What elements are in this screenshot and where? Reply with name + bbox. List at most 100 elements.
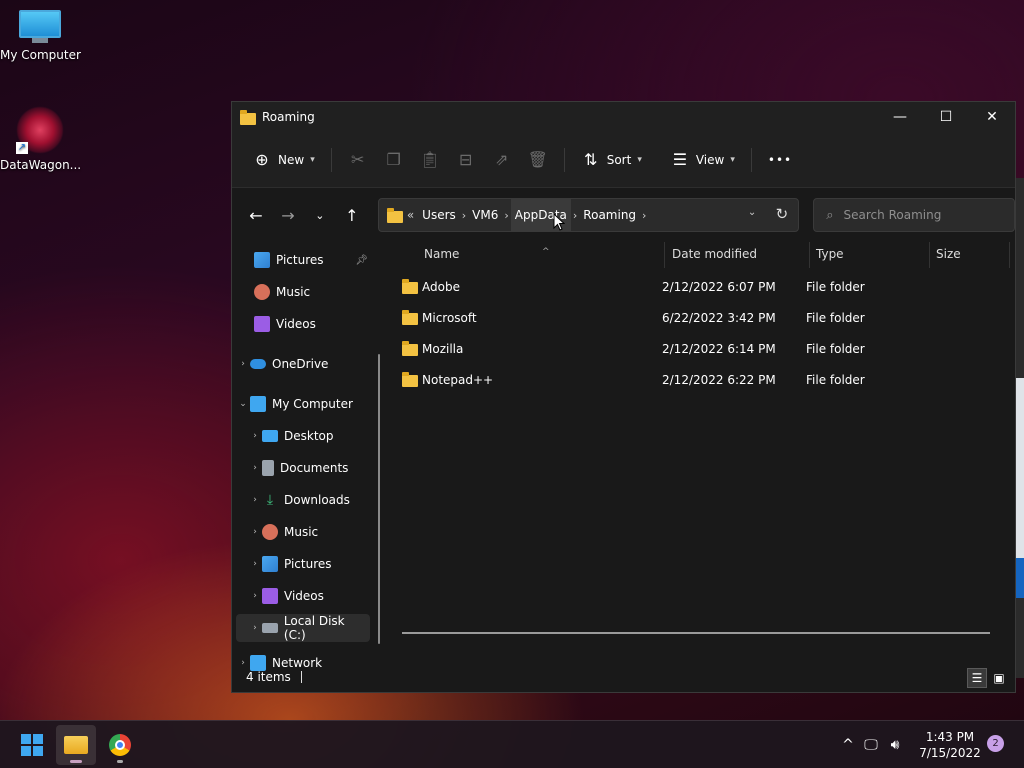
cut-button[interactable]: ✂ (340, 144, 376, 176)
chevron-right-icon[interactable]: › (571, 209, 579, 222)
nav-item-pictures-quick[interactable]: Pictures 📌︎ (254, 246, 374, 274)
cloud-icon (250, 359, 266, 369)
close-button[interactable]: ✕ (969, 102, 1015, 132)
nav-item-my-computer[interactable]: ⌄ My Computer (236, 390, 370, 418)
nav-item-documents[interactable]: › Documents (248, 454, 382, 482)
chevron-right-icon[interactable]: › (502, 209, 510, 222)
address-bar[interactable]: « Users › VM6 › AppData › Roaming › ⌄ ↻ (377, 198, 800, 232)
nav-item-music-quick[interactable]: Music (254, 278, 388, 306)
sort-button[interactable]: ⇅ Sort ▾ (573, 144, 650, 176)
folder-icon (402, 341, 418, 356)
more-options-button[interactable]: ••• (760, 144, 800, 176)
plus-circle-icon: ⊕ (255, 150, 269, 169)
file-date: 2/12/2022 6:07 PM (662, 280, 776, 294)
sort-caret-icon: ^ (542, 247, 550, 257)
nav-label: Documents (280, 461, 349, 475)
address-dropdown-icon[interactable]: ⌄ (748, 207, 756, 218)
shortcut-arrow-icon: ↗ (16, 142, 28, 154)
window-title: Roaming (262, 110, 315, 124)
view-button[interactable]: ☰ View ▾ (662, 144, 743, 176)
paste-button[interactable]: 📋︎ (412, 144, 448, 176)
chevron-right-icon[interactable]: › (248, 495, 262, 505)
delete-button[interactable]: 🗑︎ (520, 144, 556, 176)
file-row[interactable]: Notepad++ 2/12/2022 6:22 PM File folder (394, 365, 994, 395)
chevron-right-icon[interactable]: › (640, 209, 648, 222)
taskbar-chrome[interactable] (100, 725, 140, 765)
nav-item-videos-quick[interactable]: Videos (254, 310, 388, 338)
horizontal-scrollbar[interactable] (402, 632, 990, 634)
tiles-view-button[interactable]: ▣ (989, 668, 1009, 688)
nav-label: Music (284, 525, 319, 539)
desktop-icon (262, 430, 278, 442)
item-count: 4 items (246, 670, 291, 684)
chevron-up-icon[interactable]: ^ (838, 737, 858, 753)
search-box[interactable]: ⌕ (813, 198, 1015, 232)
pin-icon[interactable]: 📌︎ (355, 255, 368, 266)
rename-button[interactable]: ⊟ (448, 144, 484, 176)
nav-item-downloads[interactable]: › ⤓ Downloads (248, 486, 382, 514)
back-button[interactable]: ← (240, 199, 272, 231)
share-icon: ⇗ (495, 150, 509, 169)
pictures-icon (262, 556, 278, 572)
title-bar[interactable]: Roaming — ☐ ✕ (232, 102, 1015, 132)
chevron-right-icon[interactable]: › (236, 359, 250, 369)
rename-icon: ⊟ (459, 150, 473, 169)
nav-item-local-disk[interactable]: › Local Disk (C:) (236, 614, 370, 642)
start-button[interactable] (12, 725, 52, 765)
details-view-button[interactable]: ☰ (967, 668, 987, 688)
notification-badge[interactable]: 2 (987, 735, 1004, 752)
column-type[interactable]: Type (816, 247, 844, 261)
new-button[interactable]: ⊕ New ▾ (244, 144, 323, 176)
copy-button[interactable]: ❐ (376, 144, 412, 176)
view-label: View (695, 152, 725, 167)
file-row[interactable]: Microsoft 6/22/2022 3:42 PM File folder (394, 303, 994, 333)
network-icon[interactable]: 🖵︎ (858, 737, 884, 753)
desktop-icon-datawagon[interactable]: ↗ DataWagon... (0, 106, 81, 172)
background-window[interactable] (1015, 178, 1024, 678)
desktop-icon-my-computer[interactable]: My Computer (0, 10, 81, 62)
chevron-right-icon[interactable]: › (248, 559, 262, 569)
forward-button[interactable]: → (272, 199, 304, 231)
breadcrumb-users[interactable]: Users (418, 208, 460, 222)
nav-item-music[interactable]: › Music (248, 518, 382, 546)
chevron-right-icon[interactable]: › (248, 431, 262, 441)
chevron-right-icon[interactable]: › (248, 527, 262, 537)
address-row: ← → ⌄ ↑ « Users › VM6 › AppData › Roamin… (232, 188, 1015, 242)
nav-item-videos[interactable]: › Videos (248, 582, 382, 610)
up-button[interactable]: ↑ (336, 199, 368, 231)
breadcrumb-vm6[interactable]: VM6 (468, 208, 502, 222)
minimize-button[interactable]: — (877, 102, 923, 132)
breadcrumb-roaming[interactable]: Roaming (579, 208, 640, 222)
chevron-right-icon[interactable]: › (460, 209, 468, 222)
breadcrumb-overflow[interactable]: « (403, 208, 418, 222)
column-name[interactable]: Name (424, 247, 459, 261)
column-date-modified[interactable]: Date modified (672, 247, 757, 261)
windows-logo-icon (21, 734, 43, 756)
search-input[interactable] (843, 208, 994, 222)
nav-item-pictures[interactable]: › Pictures (248, 550, 382, 578)
chevron-right-icon[interactable]: › (248, 463, 262, 473)
chevron-right-icon[interactable]: › (248, 623, 262, 633)
refresh-icon[interactable]: ↻ (776, 205, 789, 223)
music-icon (254, 284, 270, 300)
column-header-row: ^ Name Date modified Type Size (394, 242, 1010, 268)
taskbar-file-explorer[interactable] (56, 725, 96, 765)
nav-label: OneDrive (272, 357, 329, 371)
nav-item-desktop[interactable]: › Desktop (248, 422, 382, 450)
share-button[interactable]: ⇗ (484, 144, 520, 176)
folder-icon (402, 279, 418, 294)
chevron-down-icon[interactable]: ⌄ (236, 399, 250, 409)
recent-locations-button[interactable]: ⌄ (304, 199, 336, 231)
new-label: New (278, 152, 305, 167)
file-row[interactable]: Mozilla 2/12/2022 6:14 PM File folder (394, 334, 994, 364)
chevron-right-icon[interactable]: › (248, 591, 262, 601)
column-size[interactable]: Size (936, 247, 961, 261)
nav-item-onedrive[interactable]: › OneDrive (236, 350, 370, 378)
clock[interactable]: 1:43 PM 7/15/2022 (914, 729, 986, 761)
nav-scrollbar[interactable] (378, 354, 380, 644)
maximize-button[interactable]: ☐ (923, 102, 969, 132)
music-icon (262, 524, 278, 540)
file-row[interactable]: Adobe 2/12/2022 6:07 PM File folder (394, 272, 994, 302)
chrome-icon (109, 734, 131, 756)
volume-icon[interactable]: 🔊︎ (884, 737, 906, 753)
